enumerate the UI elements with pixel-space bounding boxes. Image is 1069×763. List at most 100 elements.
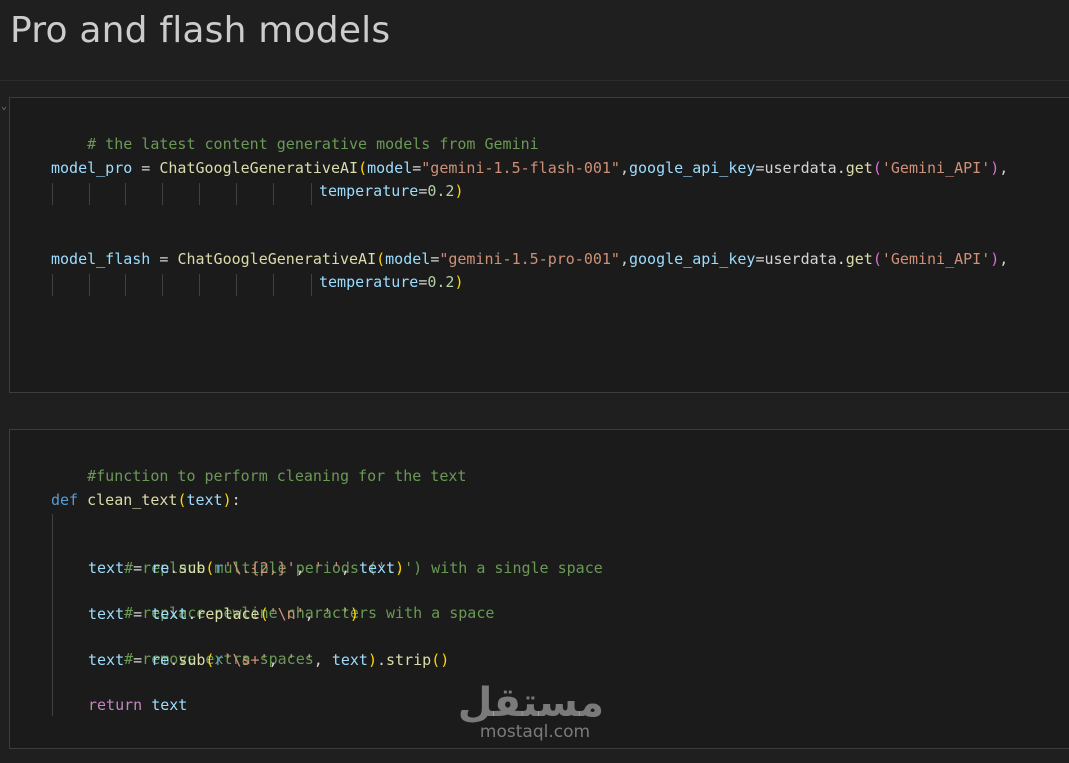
paren: ( (358, 159, 368, 177)
comma: , (999, 250, 1009, 268)
variable: text (151, 605, 188, 623)
indent-guide (311, 274, 312, 296)
variable: text (88, 605, 125, 623)
comma: , (313, 651, 332, 669)
keyword: def (51, 491, 79, 509)
keyword-arg: google_api_key (629, 159, 756, 177)
method-name: replace (196, 605, 260, 623)
watermark: مستقل mostaql.com (457, 680, 604, 742)
paren: ( (259, 605, 269, 623)
class-name: ChatGoogleGenerativeAI (159, 159, 359, 177)
variable: text (88, 559, 125, 577)
code-line-model-pro-cont: temperature=0.2) (319, 180, 464, 202)
indent-guide (273, 183, 274, 205)
indent-guide (52, 514, 53, 716)
method-name: sub (178, 559, 206, 577)
paren: ( (376, 250, 386, 268)
indent-guide (199, 183, 200, 205)
code-comment: # the latest content generative models f… (87, 135, 539, 153)
keyword-arg: model (367, 159, 413, 177)
variable: text (88, 651, 125, 669)
indent-guide (125, 274, 126, 296)
string-literal: ' ' (313, 559, 341, 577)
dot: . (377, 651, 387, 669)
module: re (151, 651, 170, 669)
comma: , (619, 250, 629, 268)
identifier: userdata (764, 159, 837, 177)
comma: , (619, 159, 629, 177)
dot: . (169, 651, 179, 669)
watermark-text: mostaql.com (479, 722, 591, 742)
code-cell-models[interactable]: ⌄ # the latest content generative models… (1, 97, 1069, 393)
paren: ) (367, 651, 377, 669)
paren: ) (990, 159, 1000, 177)
number-literal: 0.2 (427, 182, 455, 200)
colon: : (231, 491, 241, 509)
variable: model_pro (51, 159, 133, 177)
string-literal: '\s+' (223, 651, 269, 669)
dot: . (836, 250, 846, 268)
indent-guide (52, 183, 53, 205)
paren: ) (454, 182, 464, 200)
module: re (151, 559, 170, 577)
paren: ) (349, 605, 359, 623)
operator: = (132, 159, 160, 177)
code-line-def: def clean_text(text): (51, 489, 241, 511)
operator: = (430, 250, 440, 268)
indent-guide (162, 274, 163, 296)
code-line-model-flash: model_flash = ChatGoogleGenerativeAI(mod… (51, 248, 1008, 270)
keyword-arg: temperature (319, 182, 419, 200)
indent-guide (89, 274, 90, 296)
function-name: clean_text (87, 491, 178, 509)
indent-guide (236, 183, 237, 205)
code-line-replace: text = text.replace('\n', ' ') (88, 603, 359, 625)
operator: = (124, 559, 152, 577)
markdown-heading: Pro and flash models (10, 10, 391, 51)
string-literal: ' ' (322, 605, 350, 623)
string-literal: 'Gemini_API' (881, 250, 991, 268)
string-literal: '\n' (268, 605, 305, 623)
comma: , (999, 159, 1009, 177)
code-comment: #function to perform cleaning for the te… (87, 467, 467, 485)
number-literal: 0.2 (427, 273, 455, 291)
variable: text (151, 696, 188, 714)
method-name: strip (386, 651, 432, 669)
code-line-sub-spaces: text = re.sub(r'\s+', ' ', text).strip() (88, 649, 449, 671)
paren: ( (872, 250, 882, 268)
variable: model_flash (51, 250, 151, 268)
comma: , (268, 651, 287, 669)
identifier: userdata (764, 250, 837, 268)
paren: ( (872, 159, 882, 177)
comma: , (295, 559, 314, 577)
method-name: sub (178, 651, 206, 669)
keyword: return (88, 696, 143, 714)
class-name: ChatGoogleGenerativeAI (177, 250, 377, 268)
comma: , (340, 559, 359, 577)
variable: text (358, 559, 396, 577)
keyword-arg: model (385, 250, 431, 268)
indent-guide (273, 274, 274, 296)
indent-guide (236, 274, 237, 296)
variable: text (331, 651, 368, 669)
operator: = (124, 651, 152, 669)
operator: = (124, 605, 152, 623)
parameter: text (186, 491, 223, 509)
indent-guide (52, 274, 53, 296)
indent-guide (199, 274, 200, 296)
cell-collapse-icon[interactable]: ⌄ (1, 101, 7, 112)
paren: () (431, 651, 450, 669)
code-line-model-pro: model_pro = ChatGoogleGenerativeAI(model… (51, 157, 1008, 179)
string-literal: "gemini-1.5-pro-001" (439, 250, 620, 268)
code-line-model-flash-cont: temperature=0.2) (319, 271, 464, 293)
indent-guide (89, 183, 90, 205)
indent-guide (311, 183, 312, 205)
string-literal: 'Gemini_API' (881, 159, 991, 177)
code-line-return: return text (88, 694, 187, 716)
keyword-arg: temperature (319, 273, 419, 291)
indent-guide (125, 183, 126, 205)
watermark-logo: مستقل (457, 680, 604, 726)
operator: = (150, 250, 178, 268)
dot: . (169, 559, 179, 577)
indent-guide (162, 183, 163, 205)
method-name: get (845, 250, 873, 268)
